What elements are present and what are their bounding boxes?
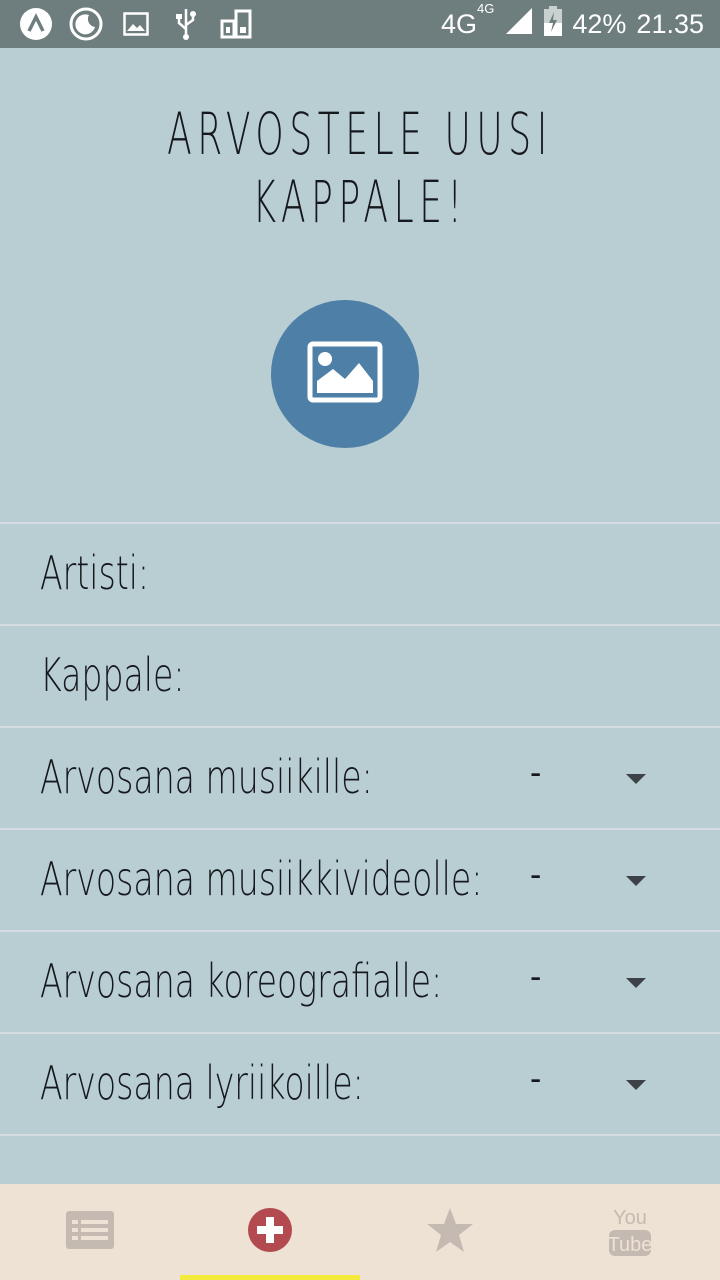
music-rating-row: Arvosana musiikille: - — [0, 726, 720, 828]
image-icon — [307, 341, 383, 407]
battery-icon — [544, 5, 563, 43]
artist-label: Artisti: — [40, 546, 150, 600]
video-rating-select[interactable]: - — [530, 856, 541, 895]
page-title: ARVOSTELE UUSI KAPPALE! — [167, 100, 553, 236]
lyrics-rating-select[interactable]: - — [530, 1060, 541, 1099]
star-icon — [425, 1206, 475, 1258]
app-icon — [18, 6, 54, 42]
chevron-down-icon[interactable] — [626, 774, 646, 784]
youtube-text-top: You — [613, 1207, 647, 1229]
moon-icon — [68, 6, 104, 42]
tab-add[interactable] — [180, 1184, 360, 1280]
song-label: Kappale: — [40, 648, 185, 702]
add-icon — [247, 1207, 293, 1257]
sim-icon — [218, 6, 254, 42]
choreography-rating-label: Arvosana koreografialle: — [40, 954, 443, 1008]
network-indicator: 4G4G — [441, 0, 495, 39]
lyrics-rating-row: Arvosana lyriikoille: - — [0, 1032, 720, 1136]
review-form: Artisti: Kappale: Arvosana musiikille: -… — [0, 522, 720, 1136]
choreography-rating-row: Arvosana koreografialle: - — [0, 930, 720, 1032]
tab-youtube[interactable]: You Tube — [540, 1184, 720, 1280]
lyrics-rating-label: Arvosana lyriikoille: — [40, 1056, 364, 1110]
add-image-button[interactable] — [271, 300, 419, 448]
bottom-tab-bar: You Tube — [0, 1184, 720, 1280]
music-rating-label: Arvosana musiikille: — [40, 750, 373, 804]
choreography-rating-select[interactable]: - — [530, 958, 541, 997]
status-bar: 4G4G 42% 21.35 — [0, 0, 720, 48]
artist-field[interactable]: Artisti: — [0, 522, 720, 624]
music-rating-select[interactable]: - — [530, 754, 541, 793]
signal-icon — [504, 6, 534, 43]
image-icon — [118, 6, 154, 42]
video-rating-row: Arvosana musiikkivideolle: - — [0, 828, 720, 930]
clock: 21.35 — [636, 8, 704, 39]
song-field[interactable]: Kappale: — [0, 624, 720, 726]
chevron-down-icon[interactable] — [626, 978, 646, 988]
list-icon — [65, 1210, 115, 1254]
chevron-down-icon[interactable] — [626, 876, 646, 886]
chevron-down-icon[interactable] — [626, 1080, 646, 1090]
youtube-icon: You Tube — [608, 1202, 652, 1262]
video-rating-label: Arvosana musiikkivideolle: — [40, 852, 483, 906]
tab-favorites[interactable] — [360, 1184, 540, 1280]
tab-list[interactable] — [0, 1184, 180, 1280]
battery-percent: 42% — [572, 8, 627, 39]
youtube-text-bottom: Tube — [608, 1234, 652, 1256]
usb-icon — [168, 6, 204, 42]
